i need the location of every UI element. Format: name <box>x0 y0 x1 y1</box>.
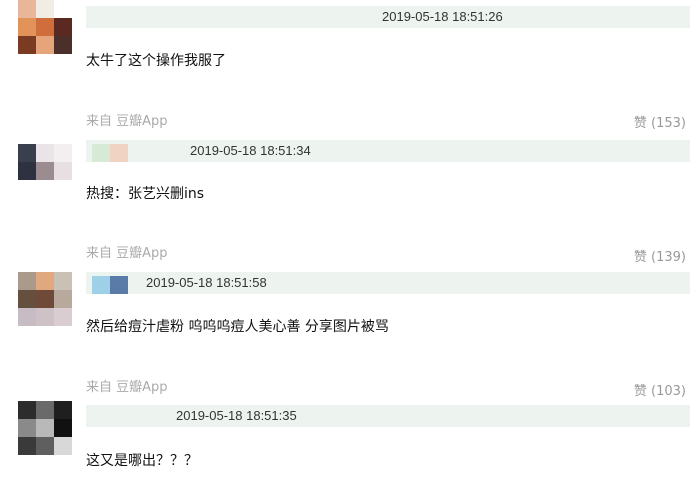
comment-source[interactable]: 来自 豆瓣App <box>86 110 168 129</box>
mini-avatar-group <box>92 144 128 162</box>
like-button[interactable]: 赞 (103) <box>634 380 686 399</box>
comment-timestamp: 2019-05-18 18:51:35 <box>176 408 297 423</box>
mini-avatar-group <box>92 276 128 294</box>
comment-text: 太牛了这个操作我服了 <box>86 53 226 69</box>
comment-source[interactable]: 来自 豆瓣App <box>86 376 168 395</box>
comment-header: 2019-05-18 18:51:35 <box>86 405 690 427</box>
comment-timestamp: 2019-05-18 18:51:34 <box>190 143 311 158</box>
comment-header: 2019-05-18 18:51:26 <box>86 6 690 28</box>
comment-header: 2019-05-18 18:51:34 <box>86 140 690 162</box>
comment-text: 然后给痘汁虐粉 呜呜呜痘人美心善 分享图片被骂 <box>86 319 389 335</box>
user-avatar[interactable] <box>18 272 72 326</box>
comment-timestamp: 2019-05-18 18:51:58 <box>146 275 267 290</box>
user-avatar[interactable] <box>18 0 72 54</box>
comment-source[interactable]: 来自 豆瓣App <box>86 242 168 261</box>
user-avatar[interactable] <box>18 144 72 198</box>
comment-text: 这又是哪出？？？ <box>86 453 198 469</box>
like-button[interactable]: 赞 (153) <box>634 112 686 131</box>
comment-timestamp: 2019-05-18 18:51:26 <box>382 9 503 24</box>
user-avatar[interactable] <box>18 401 72 455</box>
comment-text: 热搜：张艺兴删ins <box>86 186 205 202</box>
like-button[interactable]: 赞 (139) <box>634 246 686 265</box>
comment-header: 2019-05-18 18:51:58 <box>86 272 690 294</box>
